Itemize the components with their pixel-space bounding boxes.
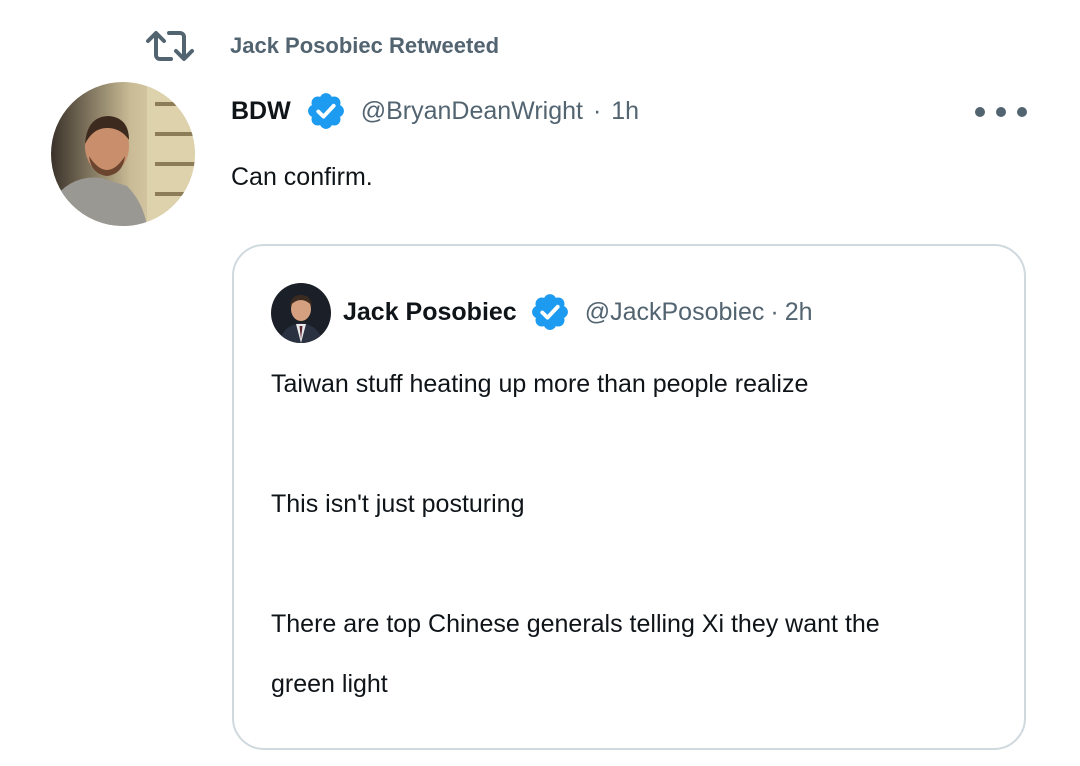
retweet-context: Jack Posobiec Retweeted — [144, 28, 499, 64]
verified-badge-icon — [529, 291, 571, 333]
quoted-avatar[interactable] — [271, 283, 331, 343]
quoted-text-line: green light — [271, 670, 388, 698]
timestamp-link[interactable]: 1h — [611, 97, 639, 126]
quoted-timestamp: 2h — [784, 297, 813, 326]
quoted-tweet-header: Jack Posobiec @JackPosobiec · 2h — [343, 290, 813, 334]
quoted-text-line: There are top Chinese generals telling X… — [271, 610, 880, 638]
more-horizontal-icon — [975, 107, 985, 117]
quoted-author-name[interactable]: Jack Posobiec — [343, 298, 517, 327]
author-handle[interactable]: @BryanDeanWright — [361, 97, 583, 126]
separator-dot: · — [770, 297, 779, 326]
quoted-text-line: Taiwan stuff heating up more than people… — [271, 370, 809, 398]
more-horizontal-icon — [1017, 107, 1027, 117]
quoted-text-line: This isn't just posturing — [271, 490, 525, 518]
avatar[interactable] — [51, 82, 195, 226]
retweeter-link[interactable]: Jack Posobiec Retweeted — [230, 33, 499, 59]
author-name[interactable]: BDW — [231, 97, 291, 126]
retweet-icon — [144, 28, 196, 64]
more-options-button[interactable] — [975, 100, 1027, 124]
separator-dot: · — [592, 96, 602, 125]
verified-badge-icon — [305, 90, 347, 132]
quoted-tweet-card[interactable]: Jack Posobiec @JackPosobiec · 2h Taiwan … — [232, 244, 1026, 750]
more-horizontal-icon — [996, 107, 1006, 117]
tweet-text: Can confirm. — [231, 163, 373, 191]
tweet-header: BDW @BryanDeanWright · 1h — [231, 88, 639, 134]
quoted-author-handle: @JackPosobiec — [584, 297, 765, 326]
